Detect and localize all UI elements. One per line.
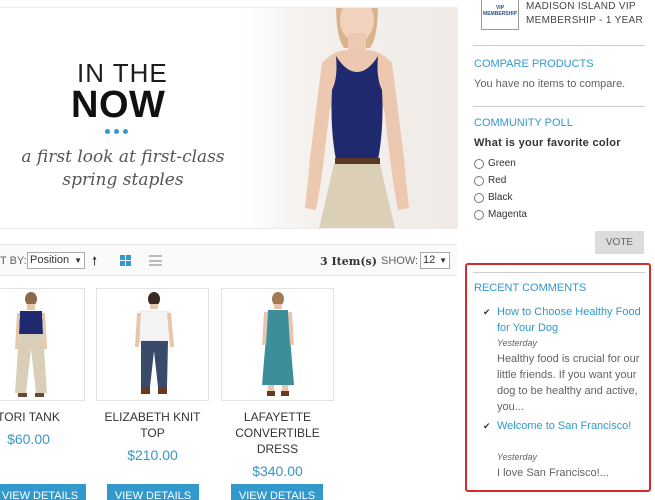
vip-membership-thumbnail[interactable]: VIP MEMBERSHIP [481, 0, 519, 30]
product-image[interactable] [221, 288, 334, 401]
view-details-button[interactable]: VIEW DETAILS [231, 484, 323, 500]
poll-option-magenta[interactable]: Magenta [474, 209, 527, 220]
recent-comments-title: RECENT COMMENTS [474, 282, 587, 294]
poll-option-label: Red [488, 175, 507, 186]
product-name[interactable]: ELIZABETH KNIT TOP [96, 409, 209, 441]
poll-question: What is your favorite color [474, 137, 621, 149]
divider [473, 106, 645, 107]
sort-by-label: T BY: [0, 255, 27, 267]
divider [473, 45, 645, 46]
list-view-icon[interactable] [149, 255, 162, 266]
vote-button[interactable]: VOTE [595, 231, 644, 254]
poll-option-label: Black [488, 192, 513, 203]
poll-option-black[interactable]: Black [474, 192, 512, 203]
show-per-page-value: 12 [423, 254, 436, 266]
product-name[interactable]: LAFAYETTE CONVERTIBLE DRESS [221, 409, 334, 457]
comment-excerpt: Healthy food is crucial for our little f… [497, 353, 640, 413]
view-details-button[interactable]: VIEW DETAILS [107, 484, 199, 500]
sort-by-select[interactable]: Position ▼ [27, 252, 85, 269]
divider [473, 272, 645, 273]
chevron-down-icon: ▼ [439, 256, 447, 265]
banner-headline-line2: NOW [71, 84, 166, 126]
product-price: $210.00 [127, 447, 178, 463]
comment-post-link[interactable]: Welcome to San Francisco! [497, 418, 642, 434]
product-card: LAFAYETTE CONVERTIBLE DRESS $340.00 ★★★★… [221, 288, 334, 496]
checkmark-icon: ✔ [483, 421, 491, 431]
comment-date: Yesterday [497, 338, 538, 348]
product-price: $60.00 [7, 431, 50, 447]
poll-option-red[interactable]: Red [474, 175, 506, 186]
poll-option-label: Magenta [488, 209, 527, 220]
products-toolbar: T BY: Position ▼ 🠕 3 Item(s) SHOW: 12 ▼ [0, 244, 457, 276]
poll-option-label: Green [488, 158, 516, 169]
poll-option-green[interactable]: Green [474, 158, 516, 169]
mini-product-name[interactable]: MADISON ISLAND VIP MEMBERSHIP - 1 YEAR [526, 0, 655, 28]
product-image[interactable] [96, 288, 209, 401]
sort-direction-arrow-icon[interactable]: 🠕 [92, 252, 97, 273]
banner-dots [105, 129, 128, 134]
grid-view-icon[interactable] [120, 255, 131, 266]
compare-products-title: COMPARE PRODUCTS [474, 58, 594, 70]
product-image[interactable] [0, 288, 85, 401]
promo-banner[interactable]: IN THE NOW a first look at first-class s… [0, 7, 458, 229]
product-card: TORI TANK $60.00 [0, 288, 85, 447]
item-count: 3 Item(s) [320, 255, 377, 268]
banner-subtitle: a first look at first-class spring stapl… [21, 147, 225, 190]
comment-post-link[interactable]: How to Choose Healthy Food for Your Dog [497, 304, 642, 336]
radio-button[interactable] [474, 209, 484, 220]
product-name[interactable]: TORI TANK [0, 409, 85, 425]
sort-by-value: Position [30, 254, 70, 266]
checkmark-icon: ✔ [483, 307, 491, 317]
comment-date: Yesterday [497, 452, 538, 462]
banner-model-photo [244, 8, 457, 228]
radio-button[interactable] [474, 158, 484, 169]
show-per-page-select[interactable]: 12 ▼ [420, 252, 450, 269]
product-price: $340.00 [252, 463, 303, 479]
show-label: SHOW: [381, 255, 419, 267]
compare-products-text: You have no items to compare. [474, 78, 626, 90]
comment-excerpt: I love San Francisco!... [497, 467, 609, 479]
product-card: ELIZABETH KNIT TOP $210.00 [96, 288, 209, 463]
community-poll-title: COMMUNITY POLL [474, 117, 573, 129]
radio-button[interactable] [474, 175, 484, 186]
radio-button[interactable] [474, 192, 484, 203]
chevron-down-icon: ▼ [74, 256, 82, 265]
view-details-button[interactable]: VIEW DETAILS [0, 484, 86, 500]
